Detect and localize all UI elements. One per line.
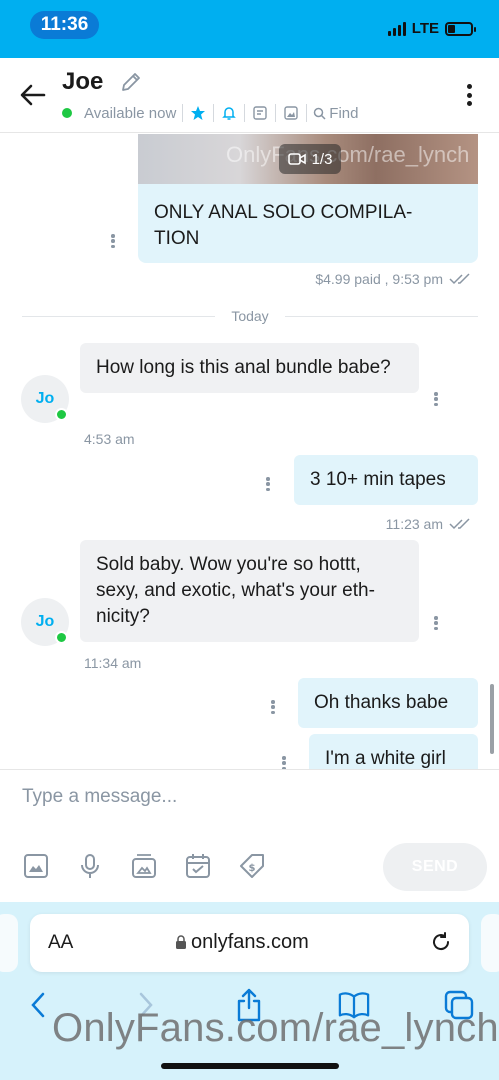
header-toolbar: Available now Find xyxy=(62,104,358,122)
svg-text:$: $ xyxy=(249,863,256,874)
message-options-icon[interactable] xyxy=(271,700,275,714)
message-composer: $ SEND xyxy=(0,769,499,902)
online-status-dot xyxy=(62,108,72,118)
status-bar: 11:36 LTE xyxy=(0,0,499,58)
vault-icon[interactable] xyxy=(130,852,158,880)
scrollbar[interactable] xyxy=(490,684,494,754)
message-options-icon[interactable] xyxy=(266,477,270,491)
read-checkmarks-icon xyxy=(449,273,470,285)
url-display[interactable]: onlyfans.com xyxy=(175,931,309,954)
media-counter-badge: 1/3 xyxy=(279,144,341,174)
back-arrow-icon[interactable] xyxy=(18,80,48,110)
presence-text: Available now xyxy=(84,104,177,122)
microphone-icon[interactable] xyxy=(76,852,104,880)
message-input[interactable] xyxy=(22,786,462,808)
message-meta: $4.99 paid , 9:53 pm xyxy=(315,271,473,287)
next-tab-preview[interactable] xyxy=(481,914,499,972)
address-bar[interactable]: AA onlyfans.com xyxy=(30,914,469,972)
clock: 11:36 xyxy=(30,11,99,39)
star-icon[interactable] xyxy=(189,104,207,122)
day-separator: Today xyxy=(22,306,479,326)
find-button[interactable]: Find xyxy=(313,105,358,122)
image-icon[interactable] xyxy=(22,852,50,880)
battery-icon xyxy=(445,21,476,36)
message-options-icon[interactable] xyxy=(434,392,438,406)
media-caption: ONLY ANAL SOLO COMPILA-TION xyxy=(154,202,413,249)
message-time: 11:34 am xyxy=(84,655,142,671)
search-icon xyxy=(314,107,326,120)
note-icon[interactable] xyxy=(251,104,269,122)
message-options-icon[interactable] xyxy=(282,756,286,769)
lock-icon xyxy=(176,935,186,949)
message-bubble[interactable]: How long is this anal bundle babe? xyxy=(80,343,419,393)
message-list[interactable]: OnlyFans.com/rae_lynch 1/3 ONLY ANAL SOL… xyxy=(0,134,499,769)
message-bubble[interactable]: Sold baby. Wow you're so hottt, sexy, an… xyxy=(80,540,419,642)
message-meta: 11:23 am xyxy=(386,516,473,532)
signal-icon xyxy=(387,21,406,36)
browser-toolbar: AA onlyfans.com xyxy=(0,902,499,1080)
network-type: LTE xyxy=(411,20,439,37)
video-icon xyxy=(287,153,306,165)
avatar[interactable]: Jo xyxy=(21,598,69,646)
page-watermark: OnlyFans.com/rae_lynch xyxy=(52,1006,499,1050)
chat-header: Joe Available now Find xyxy=(0,58,499,133)
avatar[interactable]: Jo xyxy=(21,375,69,423)
schedule-icon[interactable] xyxy=(184,852,212,880)
thumbnail-watermark: OnlyFans.com/rae_lynch xyxy=(226,142,470,167)
previous-tab-preview[interactable] xyxy=(0,914,18,972)
pencil-icon[interactable] xyxy=(120,71,142,93)
home-indicator[interactable] xyxy=(161,1063,339,1069)
message-bubble[interactable]: I'm a white girl xyxy=(309,734,478,769)
reader-settings-button[interactable]: AA xyxy=(48,932,73,954)
bell-icon[interactable] xyxy=(220,104,238,122)
message-options-icon[interactable] xyxy=(434,616,438,630)
price-tag-icon[interactable]: $ xyxy=(238,852,266,880)
message-time: 4:53 am xyxy=(84,431,135,447)
find-label: Find xyxy=(329,104,359,122)
message-options-icon[interactable] xyxy=(111,234,115,248)
reload-icon[interactable] xyxy=(429,930,453,954)
media-message[interactable]: OnlyFans.com/rae_lynch 1/3 ONLY ANAL SOL… xyxy=(138,134,478,263)
contact-name[interactable]: Joe xyxy=(62,68,103,96)
status-indicators: LTE xyxy=(387,20,476,37)
gallery-icon[interactable] xyxy=(282,104,300,122)
online-status-dot xyxy=(55,408,68,421)
more-options-icon[interactable] xyxy=(467,84,473,106)
back-chevron-icon[interactable] xyxy=(22,988,54,1022)
read-checkmarks-icon xyxy=(449,518,470,530)
message-bubble[interactable]: 3 10+ min tapes xyxy=(294,455,478,505)
online-status-dot xyxy=(55,631,68,644)
composer-toolbar: $ xyxy=(22,852,266,880)
send-button[interactable]: SEND xyxy=(383,843,487,891)
message-bubble[interactable]: Oh thanks babe xyxy=(298,678,478,728)
